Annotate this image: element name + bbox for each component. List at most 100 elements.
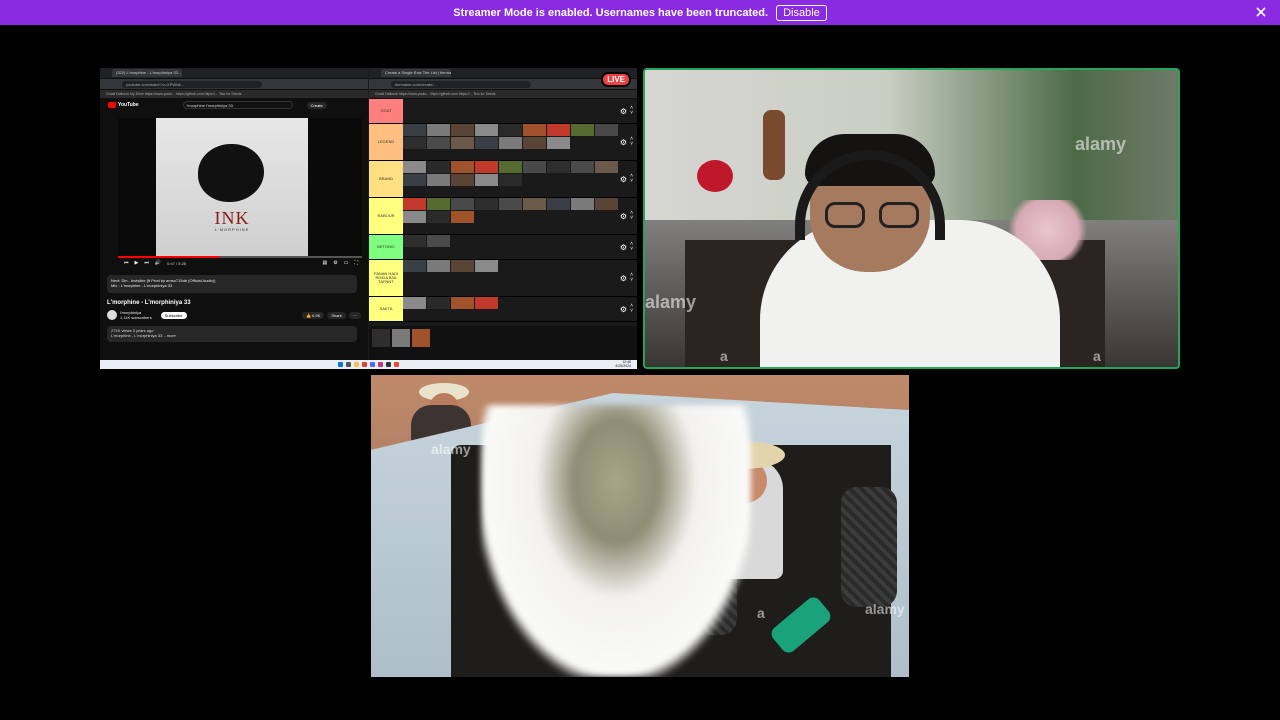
artist-thumbnail[interactable] bbox=[595, 161, 618, 173]
video-tile[interactable]: alamy alamy a bbox=[371, 375, 909, 677]
youtube-logo[interactable]: YouTube bbox=[108, 102, 139, 108]
artist-thumbnail[interactable] bbox=[427, 297, 450, 309]
app-icon[interactable] bbox=[394, 362, 399, 367]
artist-thumbnail[interactable] bbox=[372, 329, 390, 347]
artist-thumbnail[interactable] bbox=[523, 124, 546, 136]
tier-label[interactable]: FANAN HADI RDIDA B3A TAFNNT bbox=[369, 260, 403, 296]
taskbar-clock[interactable]: 12:48 4/25/2024 bbox=[615, 360, 631, 368]
artist-thumbnail[interactable] bbox=[427, 198, 450, 210]
artist-thumbnail[interactable] bbox=[499, 198, 522, 210]
play-icon[interactable]: ▶ bbox=[135, 260, 139, 266]
artist-thumbnail[interactable] bbox=[475, 260, 498, 272]
chevron-down-icon[interactable]: ˅ bbox=[630, 309, 633, 314]
browser-tab[interactable]: (322) L'morphine - L'morphiniya 33... bbox=[112, 69, 182, 77]
gear-icon[interactable]: ⚙ bbox=[620, 274, 627, 283]
url-field[interactable]: tiermaker.com/create/... bbox=[391, 80, 531, 88]
artist-thumbnail[interactable] bbox=[451, 260, 474, 272]
share-button[interactable]: Share bbox=[327, 311, 346, 319]
search-icon[interactable] bbox=[346, 362, 351, 367]
artist-thumbnail[interactable] bbox=[451, 198, 474, 210]
app-icon[interactable] bbox=[378, 362, 383, 367]
artist-thumbnail[interactable] bbox=[403, 124, 426, 136]
chevron-down-icon[interactable]: ˅ bbox=[630, 179, 633, 184]
artist-thumbnail[interactable] bbox=[451, 124, 474, 136]
artist-thumbnail[interactable] bbox=[523, 198, 546, 210]
start-icon[interactable] bbox=[338, 362, 343, 367]
youtube-search-input[interactable]: l'morphine l'morphiniya 33 bbox=[182, 101, 293, 109]
artist-thumbnail[interactable] bbox=[475, 124, 498, 136]
url-field[interactable]: youtube.com/watch?v=XPWNk... bbox=[122, 80, 262, 88]
next-up-box[interactable]: Next: Din - Invisible (ft Prod by amso71… bbox=[107, 275, 357, 293]
artist-thumbnail[interactable] bbox=[547, 137, 570, 149]
chevron-down-icon[interactable]: ˅ bbox=[630, 278, 633, 283]
browser-tab[interactable]: Create a Single Row Tier List | tiermake… bbox=[381, 69, 451, 77]
artist-thumbnail[interactable] bbox=[475, 174, 498, 186]
artist-thumbnail[interactable] bbox=[427, 137, 450, 149]
bookmarks-bar[interactable]: Gmail Dalbook https://www.youtu... https… bbox=[369, 90, 637, 98]
chevron-down-icon[interactable]: ˅ bbox=[630, 111, 633, 116]
artist-thumbnail[interactable] bbox=[451, 211, 474, 223]
close-icon[interactable] bbox=[1254, 5, 1268, 19]
bookmarks-bar[interactable]: Gmail Dalbook My Drive https://www.youtu… bbox=[100, 90, 368, 98]
artist-thumbnail[interactable] bbox=[451, 137, 474, 149]
gear-icon[interactable]: ⚙ bbox=[620, 243, 627, 252]
captions-icon[interactable]: ▤ bbox=[323, 260, 328, 266]
subscribe-button[interactable]: Subscribe bbox=[160, 311, 187, 319]
artist-thumbnail[interactable] bbox=[403, 235, 426, 247]
settings-icon[interactable]: ⚙ bbox=[333, 260, 337, 266]
artist-thumbnail[interactable] bbox=[475, 198, 498, 210]
channel-avatar[interactable] bbox=[107, 310, 117, 320]
file-explorer-icon[interactable] bbox=[354, 362, 359, 367]
gear-icon[interactable]: ⚙ bbox=[620, 305, 627, 314]
artist-thumbnail[interactable] bbox=[571, 124, 594, 136]
video-description[interactable]: 271K views 3 years ago L'morphine - L'mo… bbox=[107, 326, 357, 342]
chevron-down-icon[interactable]: ˅ bbox=[630, 216, 633, 221]
artist-thumbnail[interactable] bbox=[403, 137, 426, 149]
artist-thumbnail[interactable] bbox=[403, 211, 426, 223]
artist-thumbnail[interactable] bbox=[403, 161, 426, 173]
artist-thumbnail[interactable] bbox=[427, 161, 450, 173]
artist-thumbnail[interactable] bbox=[427, 260, 450, 272]
screenshare-tile[interactable]: (322) L'morphine - L'morphiniya 33... yo… bbox=[100, 68, 637, 369]
artist-thumbnail[interactable] bbox=[427, 174, 450, 186]
chevron-down-icon[interactable]: ˅ bbox=[630, 247, 633, 252]
artist-thumbnail[interactable] bbox=[595, 198, 618, 210]
artist-thumbnail[interactable] bbox=[499, 124, 522, 136]
artist-thumbnail[interactable] bbox=[403, 174, 426, 186]
discord-icon[interactable] bbox=[370, 362, 375, 367]
disable-streamer-mode-button[interactable]: Disable bbox=[776, 4, 827, 21]
theater-icon[interactable]: ▭ bbox=[344, 260, 349, 266]
gear-icon[interactable]: ⚙ bbox=[620, 107, 627, 116]
fullscreen-icon[interactable]: ⛶ bbox=[354, 260, 358, 266]
artist-thumbnail[interactable] bbox=[595, 124, 618, 136]
artist-thumbnail[interactable] bbox=[475, 137, 498, 149]
artist-thumbnail[interactable] bbox=[571, 198, 594, 210]
artist-thumbnail[interactable] bbox=[451, 174, 474, 186]
artist-thumbnail[interactable] bbox=[403, 297, 426, 309]
artist-thumbnail[interactable] bbox=[499, 161, 522, 173]
video-player[interactable]: INK L'MORPHINE bbox=[118, 118, 362, 258]
tier-label[interactable]: BRAND bbox=[369, 161, 403, 197]
more-actions-button[interactable]: ⋯ bbox=[349, 311, 361, 319]
artist-thumbnail[interactable] bbox=[392, 329, 410, 347]
tier-label[interactable]: GOAT bbox=[369, 99, 403, 123]
artist-thumbnail[interactable] bbox=[451, 297, 474, 309]
artist-thumbnail[interactable] bbox=[451, 161, 474, 173]
like-button[interactable]: 👍 6.9K bbox=[301, 311, 325, 319]
previous-icon[interactable]: ⏮ bbox=[124, 260, 129, 266]
artist-thumbnail[interactable] bbox=[547, 124, 570, 136]
next-icon[interactable]: ⏭ bbox=[144, 260, 149, 266]
artist-thumbnail[interactable] bbox=[499, 174, 522, 186]
artist-thumbnail[interactable] bbox=[403, 198, 426, 210]
artist-thumbnail[interactable] bbox=[427, 211, 450, 223]
create-button[interactable]: Create bbox=[306, 101, 327, 109]
chevron-down-icon[interactable]: ˅ bbox=[630, 142, 633, 147]
artist-thumbnail[interactable] bbox=[571, 161, 594, 173]
app-icon[interactable] bbox=[386, 362, 391, 367]
artist-thumbnail[interactable] bbox=[547, 161, 570, 173]
artist-thumbnail[interactable] bbox=[475, 297, 498, 309]
artist-thumbnail[interactable] bbox=[403, 260, 426, 272]
gear-icon[interactable]: ⚙ bbox=[620, 138, 627, 147]
artist-thumbnail[interactable] bbox=[427, 124, 450, 136]
artist-thumbnail[interactable] bbox=[499, 137, 522, 149]
